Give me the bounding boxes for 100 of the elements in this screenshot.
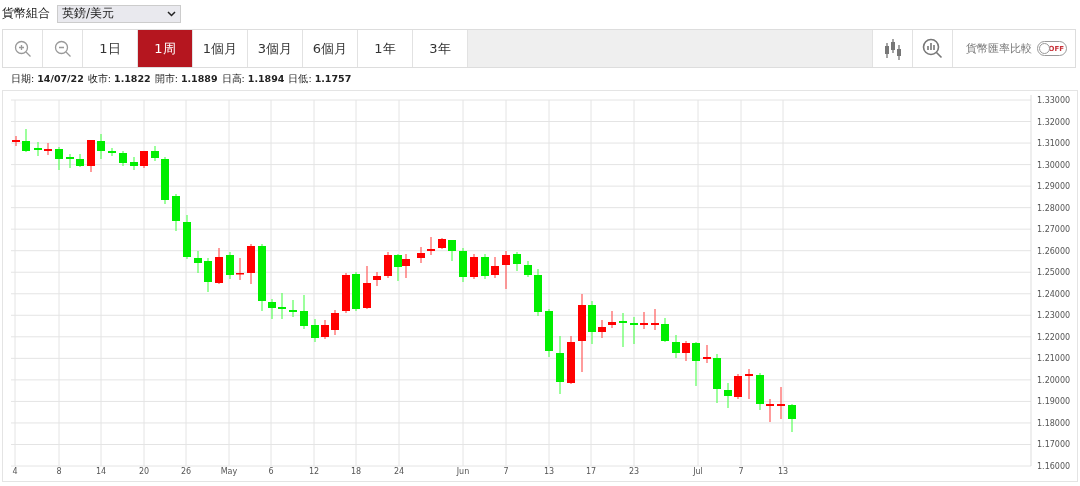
x-axis-label: 4 — [12, 467, 18, 476]
y-axis-label: 1.23000 — [1037, 311, 1071, 321]
candle — [682, 340, 690, 362]
x-axis-label: Jul — [693, 467, 703, 476]
chart-search-icon — [922, 38, 943, 59]
y-axis-label: 1.25000 — [1037, 268, 1071, 278]
y-axis-label: 1.20000 — [1037, 375, 1071, 385]
candle — [567, 335, 575, 385]
candle — [745, 368, 753, 400]
candle — [278, 292, 286, 320]
candle — [300, 294, 308, 330]
x-axis-label: 17 — [585, 467, 597, 476]
candle — [76, 153, 84, 168]
candle — [651, 308, 659, 331]
candle — [384, 251, 392, 279]
y-axis-label: 1.27000 — [1037, 225, 1071, 235]
candle — [44, 142, 52, 156]
candle — [777, 386, 785, 420]
quote-value: 1.1757 — [314, 72, 352, 86]
y-axis-label: 1.31000 — [1037, 139, 1071, 149]
currency-pair-dropdown[interactable]: 英鎊/美元 — [57, 4, 181, 23]
candle — [459, 247, 467, 283]
x-axis-label: 23 — [628, 467, 640, 476]
candle — [119, 150, 127, 167]
candle — [161, 156, 169, 205]
candle — [363, 265, 371, 310]
quote-label: 開市: — [154, 72, 178, 86]
y-axis-label: 1.22000 — [1037, 332, 1071, 342]
candle — [598, 319, 606, 339]
candle — [22, 128, 30, 153]
candle — [342, 272, 350, 314]
candle — [534, 268, 542, 317]
candle — [417, 246, 425, 264]
y-axis-label: 1.21000 — [1037, 354, 1071, 364]
candle — [556, 335, 564, 395]
quote-value: 14/07/22 — [37, 72, 84, 86]
candle — [183, 214, 191, 260]
x-axis-label: 24 — [393, 467, 405, 476]
candle — [194, 250, 202, 274]
candlestick-icon — [882, 37, 903, 60]
x-axis-label: 7 — [738, 467, 744, 476]
period-tab[interactable]: 1周 — [138, 30, 193, 67]
candle — [226, 251, 234, 280]
candle — [427, 236, 435, 256]
candle — [588, 300, 596, 345]
candle — [438, 237, 446, 250]
x-axis-label: 18 — [350, 467, 362, 476]
candle — [608, 310, 616, 329]
x-axis-label: May — [220, 467, 238, 476]
candle — [545, 308, 553, 358]
candle — [108, 147, 116, 157]
candle — [630, 316, 638, 345]
candle — [140, 150, 148, 169]
candle — [289, 299, 297, 318]
x-axis-label: 8 — [56, 467, 62, 476]
candle — [481, 253, 489, 280]
y-axis-label: 1.18000 — [1037, 418, 1071, 428]
quote-label: 收市: — [87, 72, 111, 86]
x-axis-label: 26 — [180, 467, 192, 476]
y-axis-label: 1.24000 — [1037, 289, 1071, 299]
candle — [734, 373, 742, 400]
candle — [352, 271, 360, 312]
candle — [788, 403, 796, 433]
x-axis-label: 13 — [543, 467, 555, 476]
candle — [524, 260, 532, 278]
candle — [34, 141, 42, 157]
candle — [713, 353, 721, 404]
candle — [87, 139, 95, 173]
caret-icon — [167, 10, 176, 17]
zoom-out-icon — [53, 39, 72, 58]
quote-label: 日高: — [221, 72, 245, 86]
candle — [502, 250, 510, 290]
candle — [258, 243, 266, 312]
currency-pair-label: 貨幣組合 — [2, 5, 50, 22]
candle — [724, 382, 732, 409]
candle — [373, 271, 381, 287]
candle — [470, 253, 478, 280]
candle — [55, 146, 63, 171]
candle — [692, 341, 700, 387]
candle — [661, 317, 669, 343]
y-axis-label: 1.19000 — [1037, 397, 1071, 407]
candle — [619, 312, 627, 348]
candle — [513, 251, 521, 272]
candle — [172, 193, 180, 232]
y-axis-label: 1.17000 — [1037, 440, 1071, 450]
x-axis-label: 14 — [95, 467, 107, 476]
candle — [491, 256, 499, 279]
quote-label: 日低: — [288, 72, 312, 86]
candle — [204, 257, 212, 293]
candle — [640, 311, 648, 330]
quote-value: 1.1894 — [247, 72, 285, 86]
candle — [215, 247, 223, 285]
candle — [236, 257, 244, 281]
compare-label: 貨幣匯率比較 — [966, 41, 1032, 56]
x-axis-label: 7 — [503, 467, 509, 476]
candle — [311, 318, 319, 343]
quote-value: 1.1889 — [180, 72, 218, 86]
candle — [151, 145, 159, 162]
quote-value: 1.1822 — [114, 72, 151, 86]
quote-label: 日期: — [11, 72, 35, 86]
